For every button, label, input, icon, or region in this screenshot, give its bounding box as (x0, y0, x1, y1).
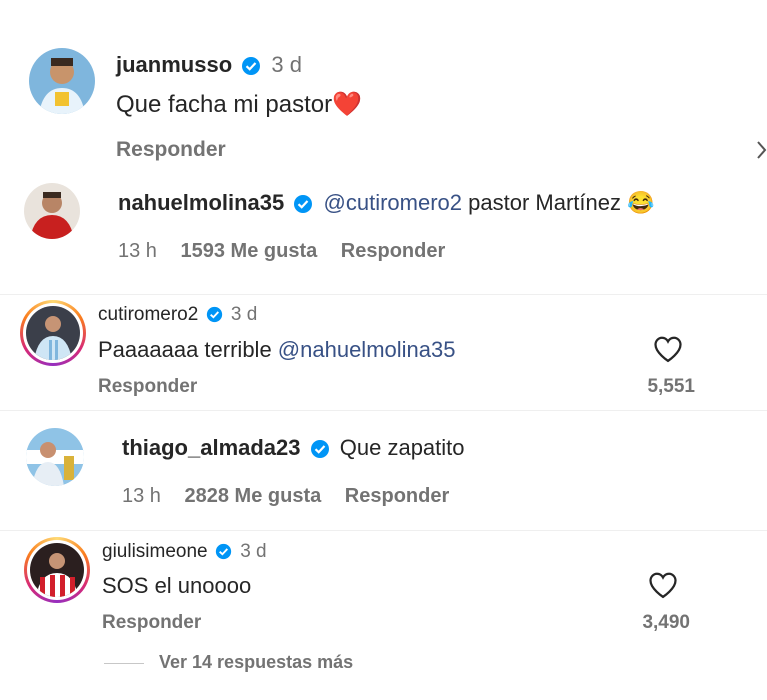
username[interactable]: juanmusso (116, 52, 232, 77)
verified-badge-icon (242, 57, 261, 76)
reply-button[interactable]: Responder (341, 240, 445, 262)
mention-link[interactable]: @cutiromero2 (324, 190, 463, 215)
reply-button[interactable]: Responder (345, 485, 449, 507)
comment-text: Que zapatito (339, 435, 465, 460)
heart-outline-icon[interactable] (653, 335, 683, 363)
verified-badge-icon (310, 440, 329, 459)
comment-text: Que facha mi pastor (116, 91, 333, 118)
chevron-right-icon[interactable] (756, 140, 767, 160)
verified-badge-icon (215, 544, 232, 560)
avatar[interactable] (24, 183, 80, 239)
comment-text: pastor Martínez (462, 190, 621, 215)
username[interactable]: thiago_almada23 (122, 435, 301, 460)
reply-button[interactable]: Responder (116, 138, 226, 162)
verified-badge-icon (294, 195, 313, 214)
divider (0, 410, 767, 411)
username[interactable]: giulisimeone (102, 541, 208, 562)
heart-emoji: ❤️ (332, 91, 362, 118)
divider (0, 294, 767, 295)
username[interactable]: nahuelmolina35 (118, 190, 284, 215)
divider (0, 530, 767, 531)
heart-outline-icon[interactable] (648, 571, 678, 599)
likes-count[interactable]: 2828 Me gusta (185, 485, 322, 507)
laughing-emoji: 😂 (627, 190, 655, 215)
avatar[interactable] (29, 48, 95, 114)
reply-button[interactable]: Responder (98, 376, 197, 398)
like-count: 5,551 (647, 376, 695, 397)
comment-text: SOS el unoooo (102, 573, 252, 598)
likes-count[interactable]: 1593 Me gusta (181, 240, 318, 262)
timestamp: 3 d (271, 52, 302, 77)
timestamp: 13 h (118, 240, 157, 262)
timestamp: 13 h (122, 485, 161, 507)
view-replies-button[interactable]: Ver 14 respuestas más (159, 652, 353, 673)
timestamp: 3 d (230, 304, 258, 325)
comment-text: Paaaaaaa terrible (98, 337, 278, 362)
verified-badge-icon (206, 307, 222, 323)
timestamp: 3 d (240, 541, 267, 562)
avatar[interactable] (30, 543, 84, 597)
mention-link[interactable]: @nahuelmolina35 (278, 337, 456, 362)
replies-line (104, 663, 144, 664)
like-count: 3,490 (642, 612, 690, 633)
reply-button[interactable]: Responder (102, 612, 201, 634)
username[interactable]: cutiromero2 (98, 304, 198, 325)
avatar[interactable] (26, 428, 84, 486)
avatar[interactable] (26, 306, 80, 360)
